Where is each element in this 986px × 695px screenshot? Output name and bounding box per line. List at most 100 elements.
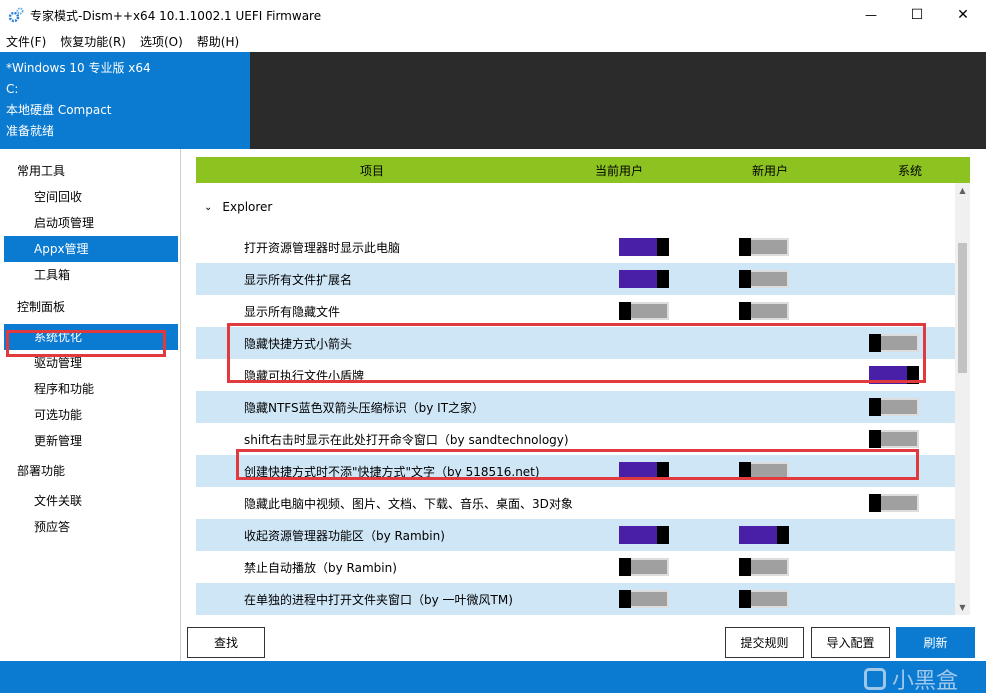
row-label: 显示所有文件扩展名 bbox=[244, 272, 353, 287]
scrollbar[interactable]: ▲ ▼ bbox=[955, 183, 970, 615]
toggle-new-user[interactable] bbox=[739, 558, 789, 576]
row-label: 打开资源管理器时显示此电脑 bbox=[244, 240, 401, 255]
sidebar-group-deploy: 部署功能 bbox=[17, 464, 66, 478]
toggle-new-user[interactable] bbox=[739, 270, 789, 288]
toggle-system[interactable] bbox=[869, 366, 919, 384]
row-label: 隐藏NTFS蓝色双箭头压缩标识（by IT之家） bbox=[244, 400, 485, 415]
system-info-panel[interactable]: *Windows 10 专业版 x64 C: 本地硬盘 Compact 准备就绪 bbox=[0, 52, 250, 149]
sidebar-item-updates[interactable]: 更新管理 bbox=[4, 428, 178, 454]
table-row[interactable]: 创建快捷方式时不添"快捷方式"文字（by 518516.net) bbox=[196, 455, 955, 487]
table-row[interactable]: 隐藏快捷方式小箭头 bbox=[196, 327, 955, 359]
section-title: Explorer bbox=[222, 200, 273, 214]
menu-restore[interactable]: 恢复功能(R) bbox=[60, 33, 126, 50]
toggle-knob bbox=[907, 366, 919, 384]
table-row[interactable]: 禁止自动播放（by Rambin) bbox=[196, 551, 955, 583]
table-row[interactable]: 在单独的进程中打开文件夹窗口（by 一叶微风TM) bbox=[196, 583, 955, 615]
header-item[interactable]: 项目 bbox=[196, 162, 548, 179]
row-label: 隐藏此电脑中视频、图片、文档、下载、音乐、桌面、3D对象 bbox=[244, 496, 573, 511]
table-row[interactable]: shift右击时显示在此处打开命令窗口（by sandtechnology) bbox=[196, 423, 955, 455]
toggle-knob bbox=[739, 302, 751, 320]
row-label: 收起资源管理器功能区（by Rambin) bbox=[244, 528, 445, 543]
toggle-current-user[interactable] bbox=[619, 238, 669, 256]
toggle-knob bbox=[869, 430, 881, 448]
header-current-user[interactable]: 当前用户 bbox=[548, 162, 690, 179]
toggle-current-user[interactable] bbox=[619, 526, 669, 544]
status-label: 准备就绪 bbox=[6, 124, 55, 138]
sidebar-item-system-optimize[interactable]: 系统优化 bbox=[4, 324, 178, 350]
table-row[interactable]: 收起资源管理器功能区（by Rambin) bbox=[196, 519, 955, 551]
sidebar-item-appx[interactable]: Appx管理 bbox=[4, 236, 178, 262]
toggle-current-user[interactable] bbox=[619, 558, 669, 576]
toggle-knob bbox=[657, 238, 669, 256]
menu-help[interactable]: 帮助(H) bbox=[197, 33, 239, 50]
table-row[interactable]: 显示所有隐藏文件 bbox=[196, 295, 955, 327]
toggle-knob bbox=[869, 334, 881, 352]
refresh-button[interactable]: 刷新 bbox=[896, 627, 975, 658]
scrollbar-thumb[interactable] bbox=[958, 243, 967, 373]
title-bar: 专家模式-Dism++x64 10.1.1002.1 UEFI Firmware… bbox=[0, 0, 986, 30]
menu-file[interactable]: 文件(F) bbox=[6, 33, 46, 50]
close-button[interactable]: ✕ bbox=[940, 0, 986, 30]
sidebar-group-control-panel: 控制面板 bbox=[17, 300, 66, 314]
submit-rules-button[interactable]: 提交规则 bbox=[725, 627, 804, 658]
sidebar-item-optional-features[interactable]: 可选功能 bbox=[4, 402, 178, 428]
scroll-down-icon[interactable]: ▼ bbox=[955, 600, 970, 615]
main-panel: 项目 当前用户 新用户 系统 ⌄ Explorer 打开资源管理器时显示此电脑显… bbox=[181, 149, 986, 661]
menu-options[interactable]: 选项(O) bbox=[140, 33, 183, 50]
toggle-system[interactable] bbox=[869, 494, 919, 512]
table-row[interactable]: 显示所有文件扩展名 bbox=[196, 263, 955, 295]
toggle-knob bbox=[739, 558, 751, 576]
sidebar-item-startup[interactable]: 启动项管理 bbox=[4, 210, 178, 236]
close-icon: ✕ bbox=[957, 7, 969, 23]
section-explorer[interactable]: ⌄ Explorer bbox=[196, 183, 955, 231]
sidebar-item-drivers[interactable]: 驱动管理 bbox=[4, 350, 178, 376]
toggle-new-user[interactable] bbox=[739, 302, 789, 320]
toggle-new-user[interactable] bbox=[739, 462, 789, 480]
header-new-user[interactable]: 新用户 bbox=[690, 162, 850, 179]
toggle-current-user[interactable] bbox=[619, 270, 669, 288]
minimize-icon: — bbox=[865, 8, 877, 22]
sidebar-item-toolbox[interactable]: 工具箱 bbox=[4, 262, 178, 288]
toggle-current-user[interactable] bbox=[619, 302, 669, 320]
table-row[interactable]: 打开资源管理器时显示此电脑 bbox=[196, 231, 955, 263]
toggle-new-user[interactable] bbox=[739, 590, 789, 608]
toggle-knob bbox=[619, 590, 631, 608]
toggle-knob bbox=[619, 558, 631, 576]
toggle-knob bbox=[739, 238, 751, 256]
toggle-knob bbox=[739, 270, 751, 288]
menu-bar: 文件(F) 恢复功能(R) 选项(O) 帮助(H) bbox=[0, 30, 986, 52]
os-label: *Windows 10 专业版 x64 bbox=[6, 61, 151, 75]
toggle-current-user[interactable] bbox=[619, 462, 669, 480]
toggle-system[interactable] bbox=[869, 334, 919, 352]
chevron-down-icon: ⌄ bbox=[204, 201, 213, 213]
row-label: 隐藏快捷方式小箭头 bbox=[244, 336, 353, 351]
toggle-knob bbox=[619, 302, 631, 320]
toggle-new-user[interactable] bbox=[739, 238, 789, 256]
sidebar-item-space-recovery[interactable]: 空间回收 bbox=[4, 184, 178, 210]
row-label: shift右击时显示在此处打开命令窗口（by sandtechnology) bbox=[244, 432, 569, 447]
scroll-up-icon[interactable]: ▲ bbox=[955, 183, 970, 198]
gear-icon bbox=[8, 7, 24, 23]
window-title: 专家模式-Dism++x64 10.1.1002.1 UEFI Firmware bbox=[30, 8, 322, 23]
sidebar-item-file-assoc[interactable]: 文件关联 bbox=[4, 488, 178, 514]
table-row[interactable]: 隐藏此电脑中视频、图片、文档、下载、音乐、桌面、3D对象 bbox=[196, 487, 955, 519]
toggle-system[interactable] bbox=[869, 398, 919, 416]
maximize-button[interactable]: ☐ bbox=[894, 0, 940, 30]
row-label: 显示所有隐藏文件 bbox=[244, 304, 341, 319]
toggle-current-user[interactable] bbox=[619, 590, 669, 608]
sidebar-item-unattend[interactable]: 预应答 bbox=[4, 514, 178, 540]
sidebar-item-programs[interactable]: 程序和功能 bbox=[4, 376, 178, 402]
table-row[interactable]: 隐藏可执行文件小盾牌 bbox=[196, 359, 955, 391]
disk-label: 本地硬盘 Compact bbox=[6, 103, 112, 117]
row-label: 在单独的进程中打开文件夹窗口（by 一叶微风TM) bbox=[244, 592, 513, 607]
sidebar-group-common-tools: 常用工具 bbox=[17, 164, 66, 178]
watermark-logo-icon bbox=[863, 668, 886, 690]
import-config-button[interactable]: 导入配置 bbox=[811, 627, 890, 658]
table-row[interactable]: 隐藏NTFS蓝色双箭头压缩标识（by IT之家） bbox=[196, 391, 955, 423]
optimization-list: ⌄ Explorer 打开资源管理器时显示此电脑 显示所有文件扩展名 显示所有隐藏文… bbox=[196, 183, 955, 615]
minimize-button[interactable]: — bbox=[848, 0, 894, 30]
header-system[interactable]: 系统 bbox=[850, 162, 970, 179]
toggle-system[interactable] bbox=[869, 430, 919, 448]
find-button[interactable]: 查找 bbox=[187, 627, 265, 658]
toggle-new-user[interactable] bbox=[739, 526, 789, 544]
